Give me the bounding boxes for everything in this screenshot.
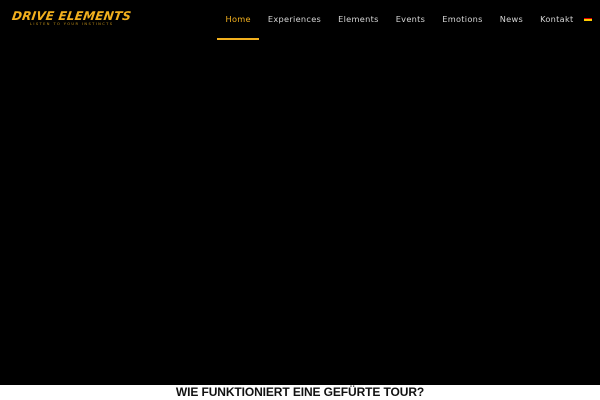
nav-item-events[interactable]: Events — [387, 0, 434, 40]
germany-flag-icon[interactable] — [584, 16, 592, 21]
nav-item-news[interactable]: News — [491, 0, 531, 40]
logo-tagline: LISTEN TO YOUR INSTINCTS — [30, 22, 114, 26]
page: DRIVE ELEMENTS LISTEN TO YOUR INSTINCTS … — [0, 0, 600, 400]
nav-item-experiences[interactable]: Experiences — [259, 0, 329, 40]
nav-item-home[interactable]: Home — [217, 0, 260, 40]
section-headline: WIE FUNKTIONIERT EINE GEFÜRTE TOUR? — [175, 385, 425, 399]
main-navigation: Home Experiences Elements Events Emotion… — [217, 0, 582, 42]
logo-title: DRIVE ELEMENTS — [11, 9, 133, 23]
hero-section — [0, 0, 600, 385]
nav-item-elements[interactable]: Elements — [330, 0, 388, 40]
flag-stripe-gold — [584, 19, 592, 21]
site-header: DRIVE ELEMENTS LISTEN TO YOUR INSTINCTS … — [0, 0, 600, 42]
nav-item-emotions[interactable]: Emotions — [434, 0, 492, 40]
site-logo[interactable]: DRIVE ELEMENTS LISTEN TO YOUR INSTINCTS — [11, 9, 136, 29]
nav-item-kontakt[interactable]: Kontakt — [532, 0, 582, 40]
